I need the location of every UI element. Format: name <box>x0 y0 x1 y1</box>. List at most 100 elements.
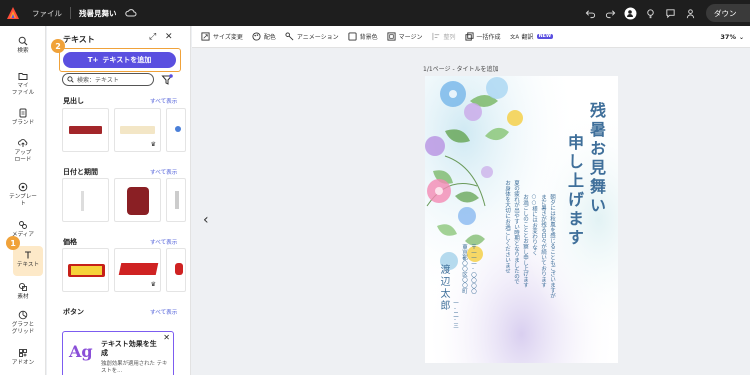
align-label: 整列 <box>443 34 456 41</box>
see-all-link-datetime[interactable]: すべて表示 <box>150 168 177 176</box>
promo-desc: 独創効果が適用された テキストを... <box>101 361 168 374</box>
rail-item-addons[interactable]: アドオン <box>0 348 46 367</box>
card-body-line-4[interactable]: お過ごしのこととお察し申し上げます <box>520 194 529 288</box>
price-template-1[interactable] <box>62 248 109 292</box>
text-effect-promo[interactable]: Ag テキスト効果を生成 独創効果が適用された テキストを... ✕ <box>62 331 174 375</box>
date-template-3[interactable] <box>166 178 186 222</box>
redo-icon[interactable] <box>600 0 620 26</box>
bulk-create-button[interactable]: 一括作成 <box>464 32 501 41</box>
close-icon[interactable]: ✕ <box>163 333 170 342</box>
see-all-link-heading[interactable]: すべて表示 <box>150 97 177 105</box>
background-icon <box>348 32 357 41</box>
cloud-save-icon <box>124 9 136 17</box>
svg-text:文A: 文A <box>510 32 519 40</box>
color-scheme-button[interactable]: 配色 <box>252 32 276 41</box>
promo-title: テキスト効果を生成 <box>101 340 157 357</box>
translate-label: 翻訳 <box>521 34 534 41</box>
heading-template-1[interactable] <box>62 108 109 152</box>
zoom-control[interactable]: 37% ⌄ <box>720 26 744 48</box>
search-icon <box>67 76 74 83</box>
adobe-express-logo[interactable] <box>0 0 26 26</box>
card-body-line-5[interactable]: 夏の疲れが出やすい時期となりましたので <box>511 180 520 285</box>
page-label[interactable]: 1/1ページ - タイトルを追加 <box>423 64 499 73</box>
document-title[interactable]: 残暑見舞い <box>79 8 117 19</box>
margin-icon <box>387 32 396 41</box>
card-title-line-2[interactable]: 申し上げます <box>562 134 586 248</box>
align-button[interactable]: 整列 <box>431 32 456 41</box>
translate-icon: 文A <box>510 32 519 40</box>
heading-template-3[interactable] <box>166 108 186 152</box>
rail-label: グラフと グリッド <box>11 322 35 335</box>
background-color-button[interactable]: 背景色 <box>348 32 378 41</box>
rail-item-elements[interactable]: 素材 <box>0 282 46 301</box>
align-icon <box>431 32 439 41</box>
rail-item-search[interactable]: 検索 <box>0 36 46 55</box>
share-icon[interactable] <box>680 0 700 26</box>
section-price-title: 価格 <box>63 238 77 246</box>
color-scheme-label: 配色 <box>263 34 276 41</box>
rail-item-templates[interactable]: テンプレー ト <box>0 182 46 208</box>
date-template-1[interactable] <box>62 178 109 222</box>
lightbulb-icon[interactable] <box>640 0 660 26</box>
download-button[interactable]: ダウン <box>706 4 750 22</box>
invite-user-icon[interactable] <box>620 0 640 26</box>
resize-label: サイズ変更 <box>213 34 243 41</box>
card-address-line-3[interactable]: 一-二-三 <box>451 300 459 329</box>
card-address-line-2[interactable]: 東京都〇〇区〇〇町 <box>460 244 468 294</box>
date-template-2[interactable] <box>114 178 161 222</box>
close-icon[interactable]: ✕ <box>165 32 173 42</box>
upload-icon <box>18 139 28 147</box>
rail-label: アドオン <box>11 360 35 366</box>
text-panel: テキスト ⤢ ✕ T+ テキストを追加 2 検索：テキスト 見出し すべて表示 … <box>47 26 191 375</box>
card-title-line-1[interactable]: 残暑お見舞い <box>584 102 608 216</box>
card-body-line-2[interactable]: まだ暑さが残る日々が続いております <box>538 194 547 288</box>
elements-icon <box>18 282 27 291</box>
zoom-level: 37% <box>720 33 736 41</box>
template-icon <box>18 182 28 192</box>
heading-template-2[interactable]: ♛ <box>114 108 161 152</box>
divider <box>70 7 71 19</box>
section-button-title: ボタン <box>63 308 84 316</box>
filter-icon[interactable] <box>161 74 173 86</box>
comment-icon[interactable] <box>660 0 680 26</box>
rail-label: アップ ロード <box>14 150 32 163</box>
expand-icon[interactable]: ⤢ <box>149 32 156 42</box>
margin-label: マージン <box>398 34 423 41</box>
see-all-link-price[interactable]: すべて表示 <box>150 238 177 246</box>
previous-page-arrow[interactable]: ‹ <box>203 212 209 228</box>
price-template-3[interactable] <box>166 248 186 292</box>
card-sender-name[interactable]: 渡辺太郎 <box>436 264 451 312</box>
background-color-label: 背景色 <box>359 34 378 41</box>
add-text-button[interactable]: T+ テキストを追加 <box>63 52 176 68</box>
rail-item-charts-grids[interactable]: グラフと グリッド <box>0 310 46 336</box>
rail-item-brand[interactable]: ブランド <box>0 108 46 127</box>
card-body-line-6[interactable]: お身体を大切にお過ごしくださいませ <box>502 180 511 274</box>
rail-item-upload[interactable]: アップ ロード <box>0 138 46 164</box>
price-template-2[interactable]: ♛ <box>114 248 161 292</box>
card-body-line-3[interactable]: ○○様にはお変わりなく <box>529 194 538 256</box>
bulk-create-icon <box>464 32 474 41</box>
resize-button[interactable]: サイズ変更 <box>201 32 243 41</box>
brand-icon <box>19 108 27 118</box>
addon-icon <box>19 349 27 357</box>
animation-button[interactable]: アニメーション <box>285 32 339 41</box>
card-address-line-1[interactable]: 〒一一一-〇〇〇〇 <box>469 244 477 294</box>
rail-label: テキスト <box>16 262 40 268</box>
palette-icon <box>252 32 261 41</box>
card-body-line-1[interactable]: 朝夕には秋風を感じることもございますが <box>547 194 556 299</box>
see-all-link-button[interactable]: すべて表示 <box>150 308 177 316</box>
rail-item-my-files[interactable]: マイ ファイル <box>0 71 46 97</box>
translate-button[interactable]: 文A 翻訳 NEW <box>510 32 554 41</box>
greeting-card[interactable]: 残暑お見舞い 申し上げます 朝夕には秋風を感じることもございますが まだ暑さが残… <box>425 76 618 363</box>
search-icon <box>18 36 28 46</box>
search-input[interactable]: 検索：テキスト <box>62 73 154 86</box>
section-datetime-title: 日付と期間 <box>63 168 98 176</box>
file-menu[interactable]: ファイル <box>32 8 62 19</box>
rail-item-media[interactable]: メディア <box>0 220 46 239</box>
undo-icon[interactable] <box>580 0 600 26</box>
margin-button[interactable]: マージン <box>387 32 423 41</box>
animation-label: アニメーション <box>296 34 339 41</box>
chevron-down-icon: ⌄ <box>738 33 744 41</box>
rail-item-text[interactable]: テキスト <box>13 246 43 276</box>
text-effect-icon: Ag <box>69 342 93 361</box>
